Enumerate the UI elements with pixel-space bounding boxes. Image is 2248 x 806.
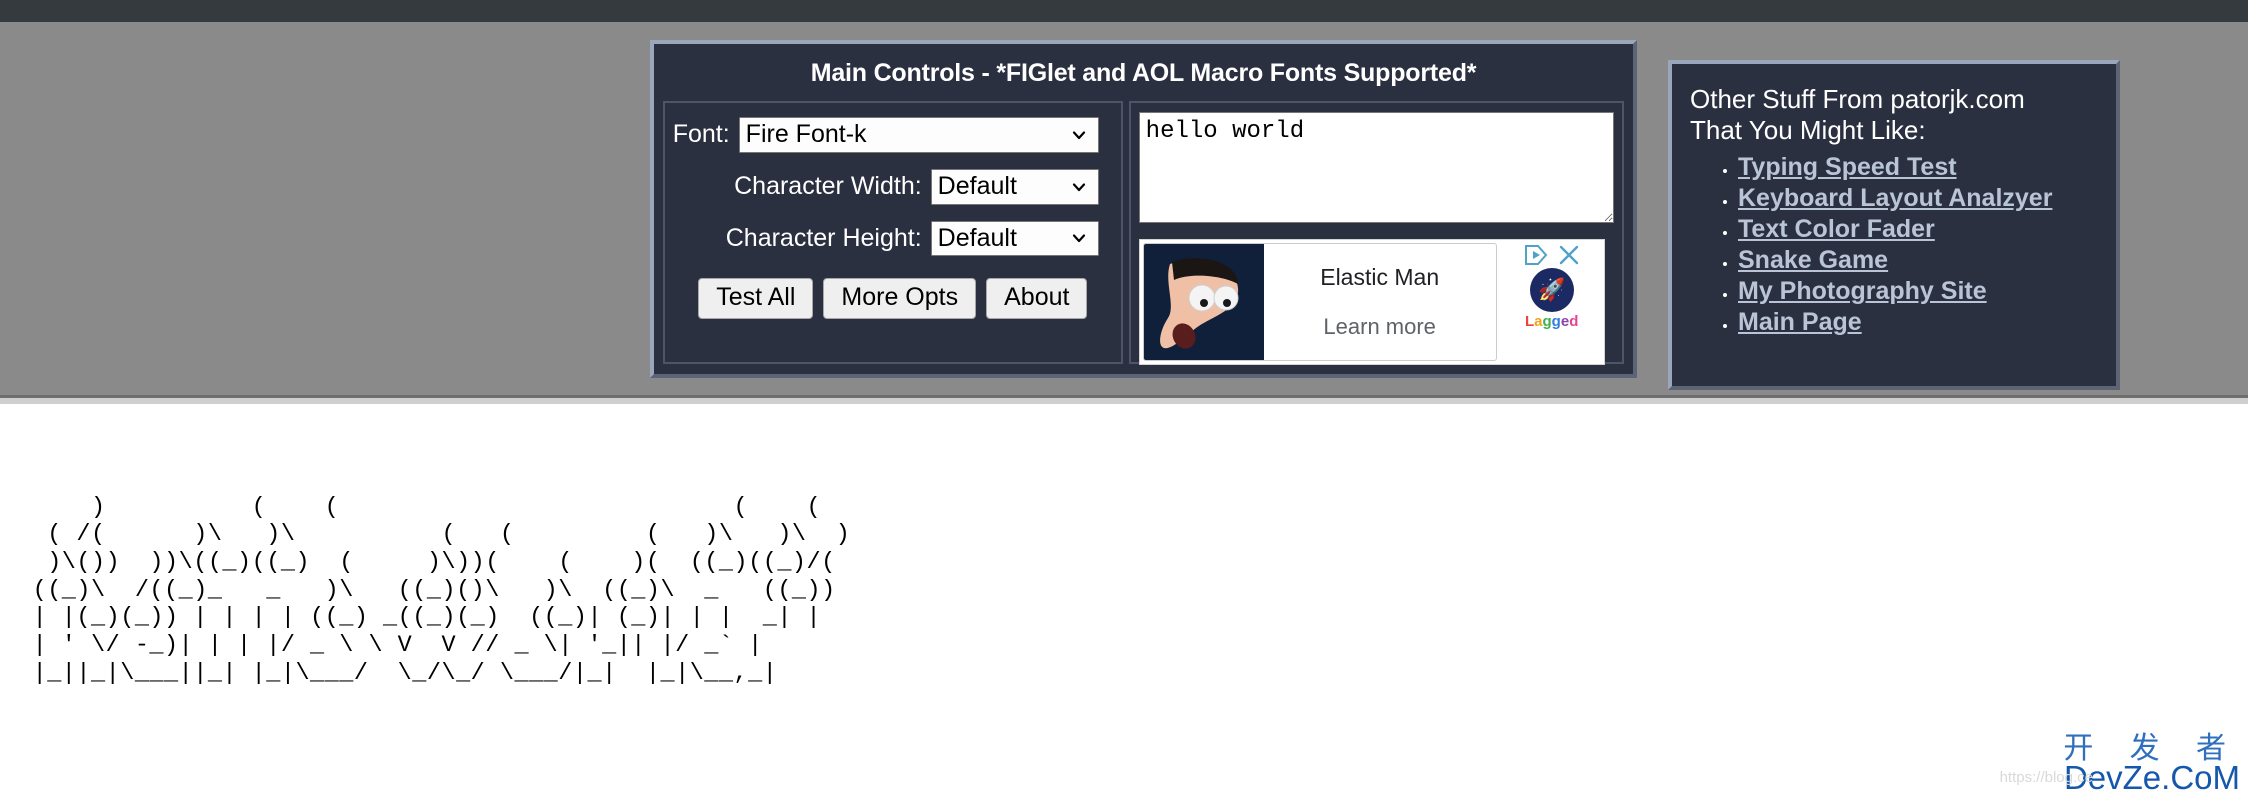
advertisement[interactable]: Elastic Man Learn more 🚀 Lagged [1138, 239, 1605, 365]
ad-thumbnail-image [1143, 244, 1264, 360]
button-row: Test All More Opts About [665, 278, 1121, 319]
header-band: Main Controls - *FIGlet and AOL Macro Fo… [0, 22, 2248, 404]
sidebar-link-snake-game[interactable]: Snake Game [1738, 246, 1888, 274]
character-height-select-wrapper[interactable]: Default [930, 220, 1099, 257]
list-item: Typing Speed Test [1738, 153, 2116, 182]
sidebar-link-main-page[interactable]: Main Page [1738, 308, 1862, 336]
ad-content[interactable]: Elastic Man Learn more [1142, 243, 1497, 361]
character-height-label: Character Height: [725, 223, 922, 252]
advertiser-logo-icon: 🚀 [1529, 268, 1574, 312]
font-select-wrapper[interactable]: Fire Font-k [738, 117, 1099, 153]
ad-text-block: Elastic Man Learn more [1264, 244, 1496, 360]
controls-row: Font: Fire Font-k Character Width: Defau… [654, 88, 1633, 365]
close-icon[interactable] [1558, 244, 1580, 266]
sidebar-heading: Other Stuff From patorjk.com That You Mi… [1690, 84, 2025, 145]
ad-controls-top [1524, 244, 1580, 266]
font-field-row: Font: Fire Font-k [665, 117, 1121, 153]
elastic-man-face-icon [1159, 258, 1239, 349]
ascii-art-output[interactable]: ) ( ( ( ( ( /( )\ )\ ( ( ( )\ )\ ) )\())… [18, 494, 850, 688]
sidebar-link-keyboard-layout-analzyer[interactable]: Keyboard Layout Analzyer [1738, 184, 2052, 212]
character-width-select-wrapper[interactable]: Default [930, 168, 1099, 205]
controls-left-group: Font: Fire Font-k Character Width: Defau… [663, 101, 1123, 364]
sidebar-link-text-color-fader[interactable]: Text Color Fader [1738, 215, 1935, 243]
sidebar-link-typing-speed-test[interactable]: Typing Speed Test [1738, 153, 1957, 181]
watermark-url: https://blog.ce [1999, 769, 2093, 786]
about-button[interactable]: About [986, 278, 1088, 319]
character-height-field-row: Character Height: Default [665, 220, 1121, 257]
ad-controls: 🚀 Lagged [1500, 240, 1604, 364]
more-opts-button[interactable]: More Opts [823, 278, 977, 319]
font-select[interactable]: Fire Font-k [738, 117, 1099, 153]
list-item: Text Color Fader [1738, 215, 2116, 244]
character-width-label: Character Width: [734, 172, 922, 201]
watermark: 开 发 者 DevZe.CoM [2063, 732, 2240, 796]
test-all-button[interactable]: Test All [698, 278, 814, 319]
list-item: My Photography Site [1738, 277, 2116, 306]
advertiser-name: Lagged [1524, 313, 1579, 330]
sidebar-link-my-photography-site[interactable]: My Photography Site [1738, 277, 1987, 305]
sidebar-link-list: Typing Speed Test Keyboard Layout Analzy… [1690, 153, 2116, 337]
ad-title: Elastic Man [1320, 263, 1440, 290]
browser-top-strip [0, 0, 2248, 22]
ad-cta-link[interactable]: Learn more [1323, 314, 1436, 340]
character-width-select[interactable]: Default [930, 168, 1099, 205]
list-item: Keyboard Layout Analzyer [1738, 184, 2116, 213]
character-height-select[interactable]: Default [930, 220, 1099, 257]
character-width-field-row: Character Width: Default [665, 168, 1121, 205]
other-stuff-panel: Other Stuff From patorjk.com That You Mi… [1668, 60, 2120, 390]
font-label: Font: [672, 120, 730, 149]
main-controls-panel: Main Controls - *FIGlet and AOL Macro Fo… [650, 40, 1637, 378]
adchoices-icon[interactable] [1524, 244, 1548, 266]
panel-title: Main Controls - *FIGlet and AOL Macro Fo… [810, 59, 1477, 87]
controls-right-group: hello world Elastic Man Learn more 🚀 Lag… [1128, 101, 1624, 365]
list-item: Snake Game [1738, 246, 2116, 275]
text-input[interactable]: hello world [1138, 112, 1614, 223]
list-item: Main Page [1738, 308, 2116, 337]
